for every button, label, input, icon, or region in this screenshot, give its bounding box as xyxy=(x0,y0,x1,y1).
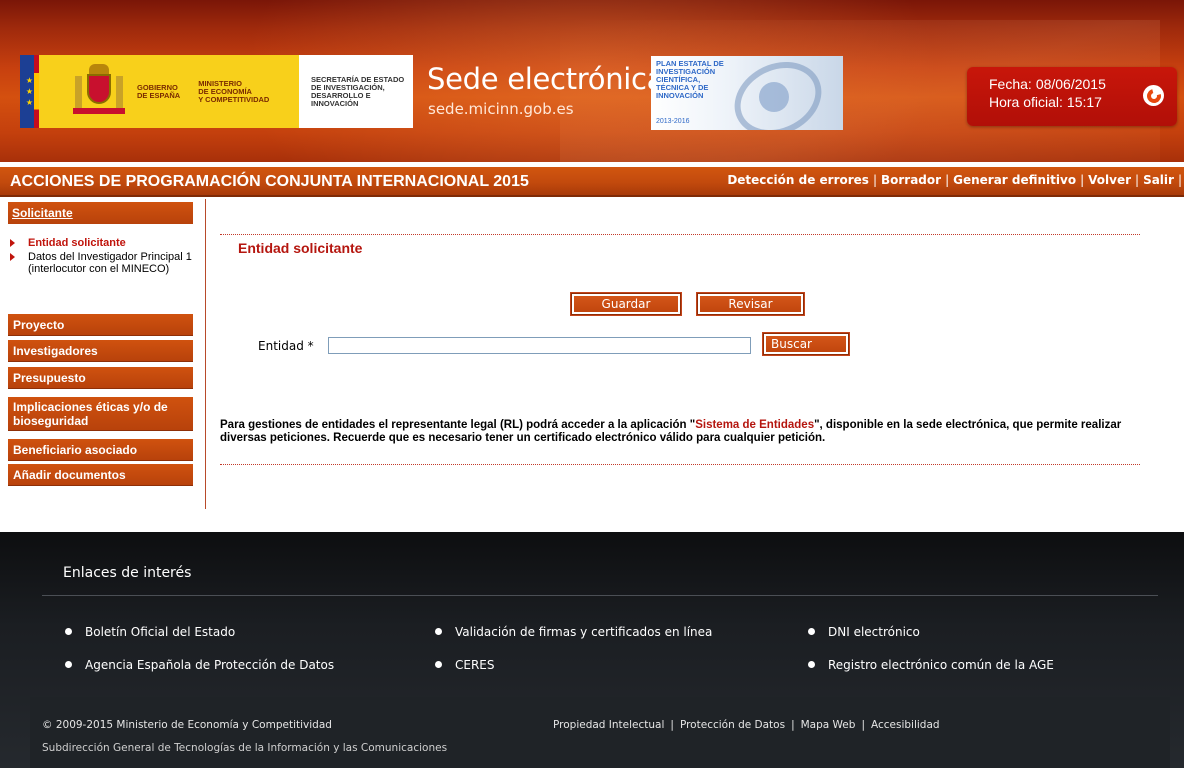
eu-flag-icon: ★ ★ ★ xyxy=(20,55,39,128)
time-line: Hora oficial: 15:17 xyxy=(989,94,1102,110)
sidebar-item-beneficiario[interactable]: Beneficiario asociado xyxy=(8,439,193,461)
sidebar-item-proyecto[interactable]: Proyecto xyxy=(8,314,193,336)
footer-link-registro[interactable]: Registro electrónico común de la AGE xyxy=(806,658,1054,672)
date-line: Fecha: 08/06/2015 xyxy=(989,76,1106,92)
footer-heading: Enlaces de interés xyxy=(63,565,192,581)
accesibilidad-link[interactable]: Accesibilidad xyxy=(871,719,940,731)
secretaria-text: SECRETARÍA DE ESTADO DE INVESTIGACIÓN, D… xyxy=(311,74,405,108)
sistema-entidades-link[interactable]: Sistema de Entidades xyxy=(695,419,814,431)
sidebar-item-investigadores[interactable]: Investigadores xyxy=(8,340,193,362)
site-header: ★ ★ ★ GOBIERNO DE ESPAÑA MINISTERIO DE ECO… xyxy=(0,0,1184,162)
borrador-link[interactable]: Borrador xyxy=(877,173,945,187)
plan-text: PLAN ESTATAL DE INVESTIGACIÓN CIENTÍFICA… xyxy=(656,59,724,100)
sidebar: Solicitante Entidad solicitante Datos de… xyxy=(0,199,206,509)
bullet-icon xyxy=(65,661,72,668)
footer-link-agpd[interactable]: Agencia Española de Protección de Datos xyxy=(63,658,334,672)
subdireccion-text: Subdirección General de Tecnologías de l… xyxy=(42,742,448,754)
footer-link-ceres[interactable]: CERES xyxy=(433,658,495,672)
copyright-text: © 2009-2015 Ministerio de Economía y Com… xyxy=(42,719,332,731)
legal-links: Propiedad Intelectual | Protección de Dat… xyxy=(553,719,940,731)
divider-top xyxy=(220,234,1140,235)
bullet-icon xyxy=(65,628,72,635)
bullet-icon xyxy=(808,661,815,668)
footer-link-boe[interactable]: Boletín Oficial del Estado xyxy=(63,625,235,639)
action-links: Detección de errores | Borrador | Generar … xyxy=(723,173,1182,187)
footer-bottom-bar: © 2009-2015 Ministerio de Economía y Com… xyxy=(30,697,1170,768)
plan-years: 2013-2016 xyxy=(656,118,690,125)
gobierno-text: GOBIERNO DE ESPAÑA xyxy=(137,82,181,100)
site-footer: Enlaces de interés Boletín Oficial del E… xyxy=(0,532,1184,768)
coat-of-arms-icon xyxy=(69,62,129,122)
guardar-button[interactable]: Guardar xyxy=(571,293,681,315)
divider-bottom xyxy=(220,464,1140,465)
sidebar-item-solicitante[interactable]: Solicitante xyxy=(8,202,193,224)
proteccion-datos-link[interactable]: Protección de Datos xyxy=(680,719,785,731)
sidebar-subitem-investigador[interactable]: Datos del Investigador Principal 1 (inte… xyxy=(10,251,196,275)
revisar-button[interactable]: Revisar xyxy=(697,293,804,315)
site-url[interactable]: sede.micinn.gob.es xyxy=(428,100,574,118)
triangle-right-icon xyxy=(10,239,15,247)
sidebar-item-presupuesto[interactable]: Presupuesto xyxy=(8,367,193,389)
generar-definitivo-link[interactable]: Generar definitivo xyxy=(949,173,1080,187)
info-text: Para gestiones de entidades el represent… xyxy=(220,419,1122,444)
sidebar-item-documentos[interactable]: Añadir documentos xyxy=(8,464,193,486)
sidebar-item-implicaciones[interactable]: Implicaciones éticas y/o de bioseguridad xyxy=(8,397,193,431)
mapa-web-link[interactable]: Mapa Web xyxy=(801,719,856,731)
ministerio-text: MINISTERIO DE ECONOMÍA Y COMPETITIVIDAD xyxy=(198,78,270,104)
footer-link-validacion[interactable]: Validación de firmas y certificados en l… xyxy=(433,625,712,639)
gobierno-espana-block: GOBIERNO DE ESPAÑA MINISTERIO DE ECONOMÍ… xyxy=(39,55,299,128)
volver-link[interactable]: Volver xyxy=(1084,173,1135,187)
footer-divider xyxy=(42,595,1158,596)
section-title: Entidad solicitante xyxy=(238,240,363,256)
bullet-icon xyxy=(435,628,442,635)
propiedad-intelectual-link[interactable]: Propiedad Intelectual xyxy=(553,719,664,731)
entidad-input[interactable] xyxy=(328,337,751,354)
footer-link-dni[interactable]: DNI electrónico xyxy=(806,625,920,639)
title-bar: ACCIONES DE PROGRAMACIÓN CONJUNTA INTERN… xyxy=(0,167,1184,197)
bullet-icon xyxy=(808,628,815,635)
buscar-button[interactable]: Buscar xyxy=(763,333,849,355)
bullet-icon xyxy=(435,661,442,668)
page-title: ACCIONES DE PROGRAMACIÓN CONJUNTA INTERN… xyxy=(10,173,529,190)
salir-link[interactable]: Salir xyxy=(1139,173,1178,187)
refresh-icon[interactable] xyxy=(1143,85,1164,106)
deteccion-errores-link[interactable]: Detección de errores xyxy=(723,173,873,187)
entidad-label: Entidad * xyxy=(258,339,314,353)
government-logo[interactable]: ★ ★ ★ GOBIERNO DE ESPAÑA MINISTERIO DE ECO… xyxy=(20,55,413,128)
sidebar-subitem-entidad[interactable]: Entidad solicitante xyxy=(10,237,196,249)
plan-estatal-banner[interactable]: PLAN ESTATAL DE INVESTIGACIÓN CIENTÍFICA… xyxy=(651,56,843,130)
triangle-right-icon xyxy=(10,253,15,261)
site-title[interactable]: Sede electrónica xyxy=(427,64,664,94)
